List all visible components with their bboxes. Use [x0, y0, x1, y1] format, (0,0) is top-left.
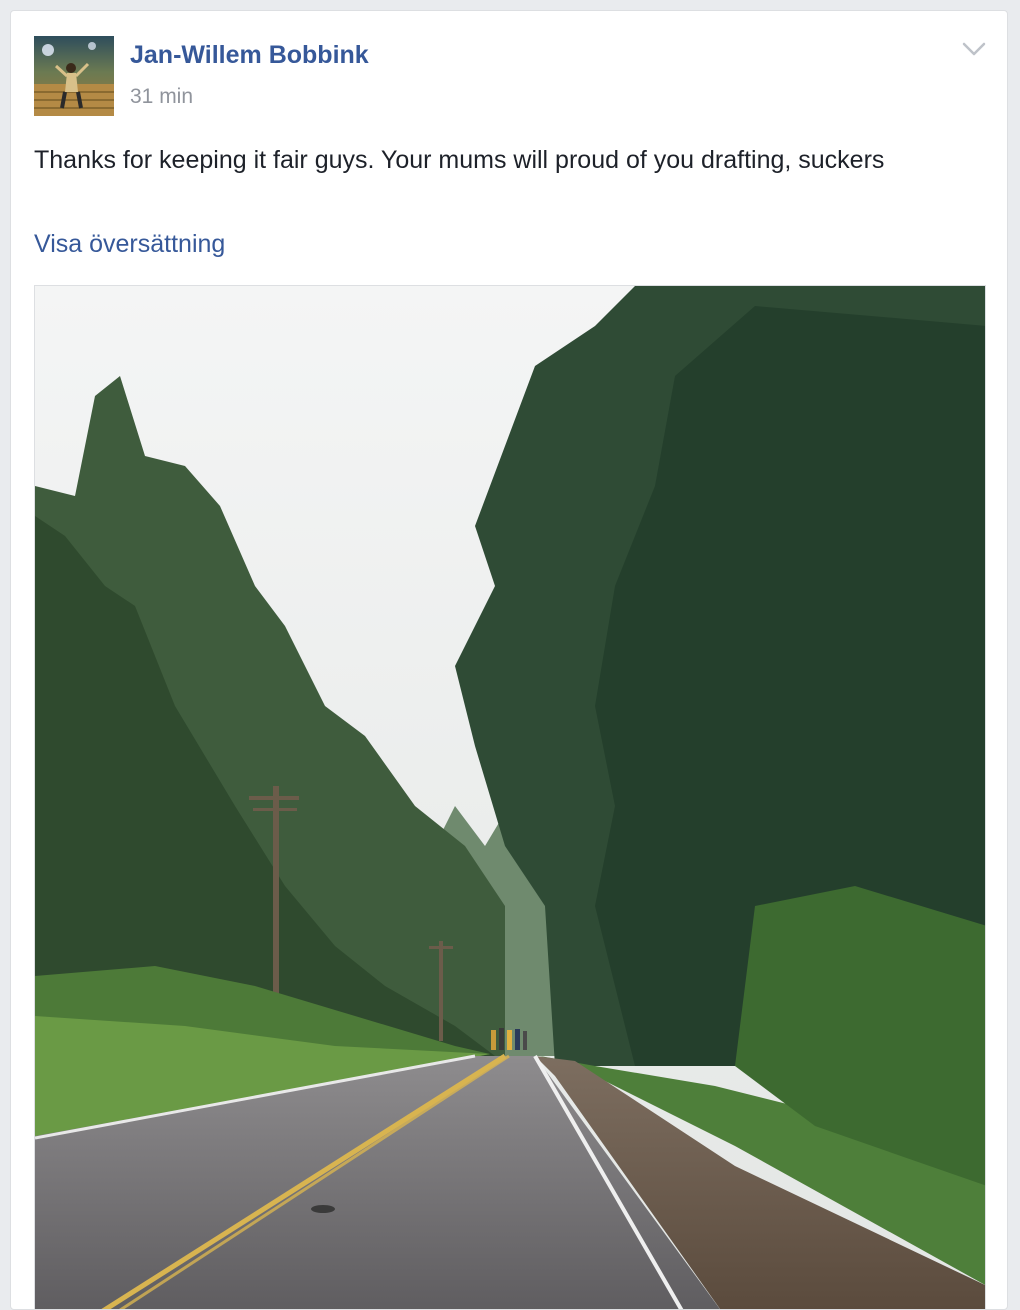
- avatar-image: [34, 36, 114, 116]
- author-avatar[interactable]: [34, 36, 114, 116]
- post-photo[interactable]: [34, 285, 986, 1309]
- forest-road-photo: [35, 286, 985, 1309]
- see-translation-link[interactable]: Visa översättning: [34, 230, 225, 259]
- post-timestamp[interactable]: 31 min: [130, 85, 193, 109]
- author-name[interactable]: Jan-Willem Bobbink: [130, 41, 369, 70]
- post-card: Jan-Willem Bobbink 31 min Thanks for kee…: [10, 10, 1008, 1310]
- post-text: Thanks for keeping it fair guys. Your mu…: [34, 146, 885, 174]
- chevron-down-icon[interactable]: [959, 37, 989, 61]
